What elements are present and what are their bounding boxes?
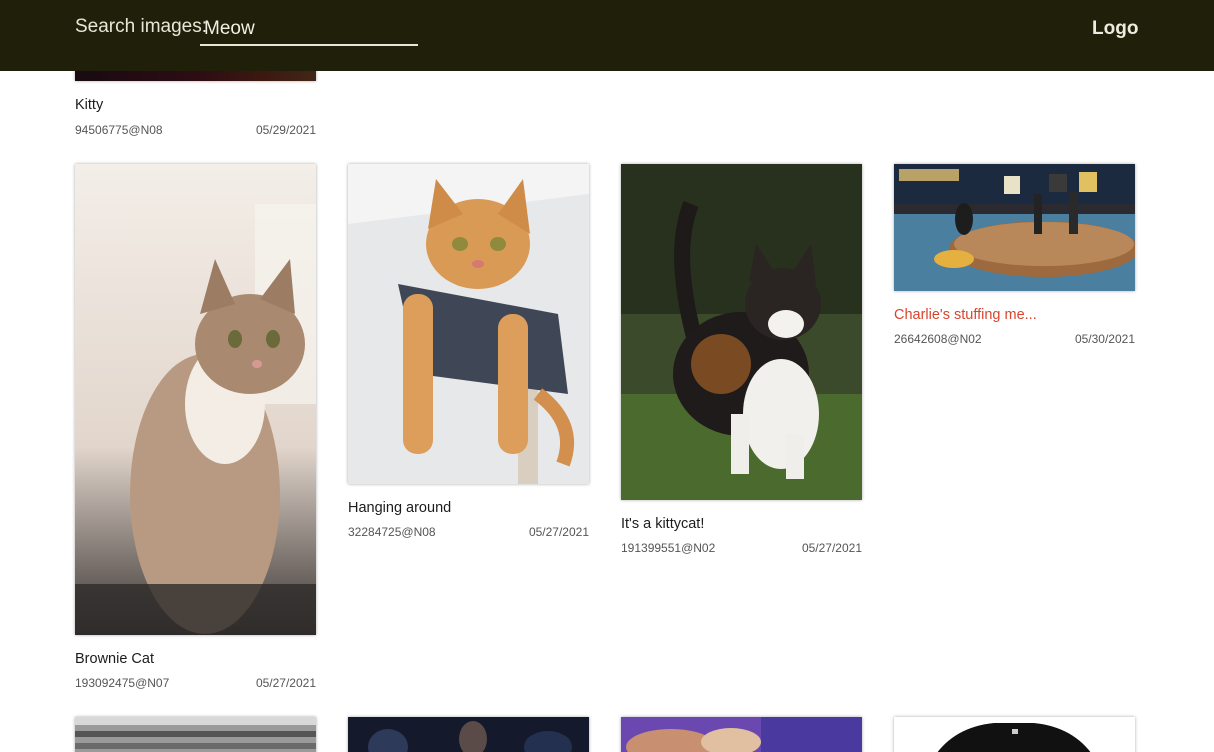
image-card-partial[interactable] — [348, 717, 589, 752]
card-user[interactable]: 94506775@N08 — [75, 123, 163, 137]
image-card-kittycat[interactable]: It's a kittycat! 191399551@N02 05/27/202… — [621, 164, 862, 560]
search-label: Search images: — [75, 16, 208, 37]
card-meta: 193092475@N07 05/27/2021 — [75, 676, 316, 690]
card-meta: 191399551@N02 05/27/2021 — [621, 541, 862, 555]
card-title[interactable]: It's a kittycat! — [621, 516, 704, 532]
image-card-charlies-stuffing[interactable]: Charlie's stuffing me... 26642608@N02 05… — [894, 164, 1135, 350]
card-date: 05/29/2021 — [255, 123, 316, 137]
card-date: 05/30/2021 — [1074, 332, 1135, 346]
image-card-hanging-around[interactable]: Hanging around 32284725@N08 05/27/2021 — [348, 164, 589, 544]
card-title[interactable]: Hanging around — [348, 500, 451, 516]
image-card-partial[interactable] — [75, 717, 316, 752]
card-date: 05/27/2021 — [528, 525, 589, 539]
logo[interactable]: Logo — [1092, 18, 1138, 40]
card-date: 05/27/2021 — [255, 676, 316, 690]
card-meta: 94506775@N08 05/29/2021 — [75, 123, 316, 137]
image-card-brownie-cat[interactable]: Brownie Cat 193092475@N07 05/27/2021 — [75, 164, 316, 694]
top-bar: Search images: Logo — [0, 0, 1214, 71]
search-input[interactable] — [200, 12, 418, 42]
card-title[interactable]: Brownie Cat — [75, 651, 154, 667]
image-thumbnail[interactable] — [894, 164, 1135, 291]
image-thumbnail[interactable] — [621, 164, 862, 500]
image-thumbnail[interactable] — [621, 717, 862, 752]
card-title[interactable]: Kitty — [75, 97, 103, 113]
image-thumbnail[interactable] — [348, 164, 589, 484]
image-card-partial[interactable] — [621, 717, 862, 752]
card-user[interactable]: 191399551@N02 — [621, 541, 715, 555]
card-meta: 26642608@N02 05/30/2021 — [894, 332, 1135, 346]
image-thumbnail[interactable] — [894, 717, 1135, 752]
image-thumbnail[interactable] — [75, 164, 316, 635]
image-card-partial[interactable] — [894, 717, 1135, 752]
image-thumbnail[interactable] — [348, 717, 589, 752]
card-user[interactable]: 193092475@N07 — [75, 676, 169, 690]
search-field[interactable] — [200, 12, 418, 46]
card-title[interactable]: Charlie's stuffing me... — [894, 307, 1037, 323]
image-thumbnail[interactable] — [75, 717, 316, 752]
card-user[interactable]: 32284725@N08 — [348, 525, 436, 539]
card-user[interactable]: 26642608@N02 — [894, 332, 982, 346]
card-date: 05/27/2021 — [801, 541, 862, 555]
card-meta: 32284725@N08 05/27/2021 — [348, 525, 589, 539]
